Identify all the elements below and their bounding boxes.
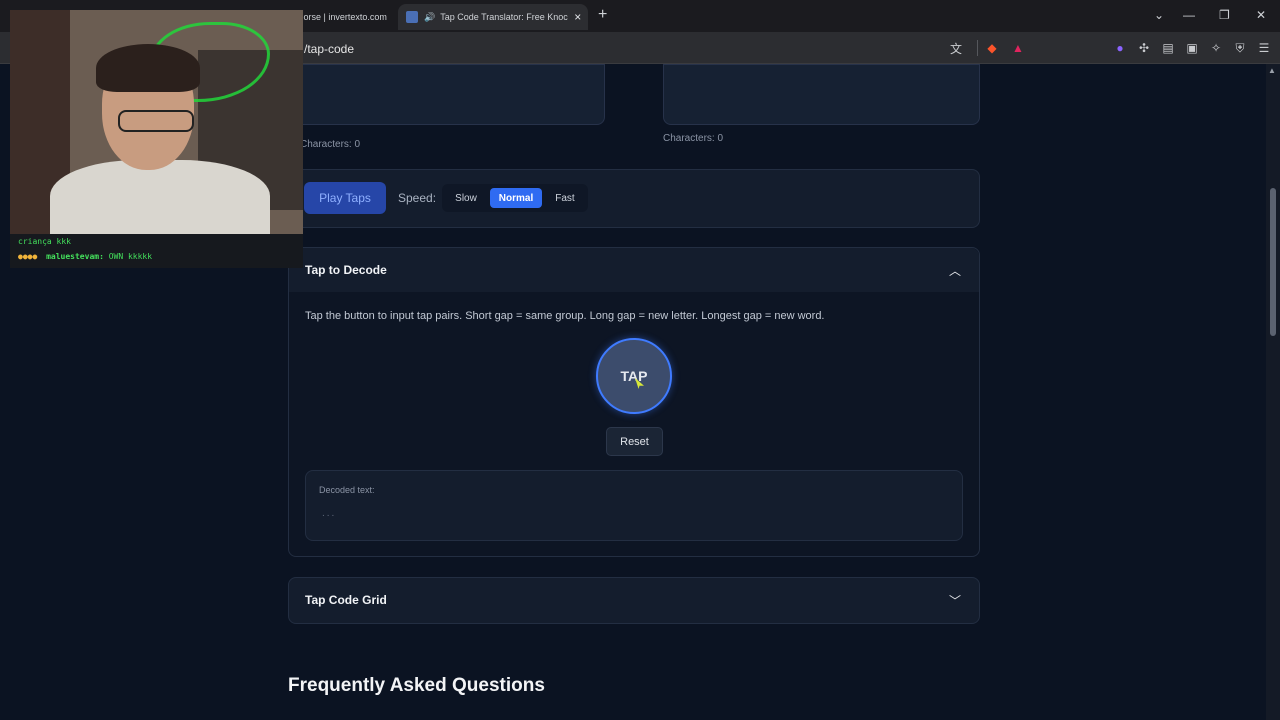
new-tab-button[interactable]: + (598, 6, 607, 24)
menu-icon[interactable]: ☰ (1256, 40, 1272, 56)
reset-button[interactable]: Reset (606, 427, 663, 456)
speed-fast-button[interactable]: Fast (546, 188, 584, 208)
chat-message-1: criança kkk (18, 237, 71, 246)
close-window-button[interactable]: ✕ (1256, 8, 1266, 22)
site-favicon-icon (406, 11, 418, 23)
brave-rewards-icon[interactable]: ▲ (1010, 40, 1026, 56)
wallet-icon[interactable]: ▣ (1184, 40, 1200, 56)
stream-chat-overlay: criança kkk ●●●● maluestevam: OWN kkkkk (10, 234, 303, 268)
translate-icon[interactable]: 文 (948, 40, 964, 56)
speed-slow-button[interactable]: Slow (446, 188, 486, 208)
tap-button[interactable]: TAP (596, 338, 672, 414)
webcam-overlay (10, 10, 303, 234)
decoded-text-value: ... (322, 508, 337, 519)
vpn-icon[interactable]: ⛨ (1232, 40, 1248, 56)
chat-badges-icon: ●●●● (18, 252, 38, 261)
tab-search-icon[interactable]: ⌄ (1154, 8, 1164, 22)
tab-tap-code[interactable]: 🔊 Tap Code Translator: Free Knock Co × (398, 4, 588, 30)
output-textarea (663, 64, 980, 125)
page-scrollbar[interactable] (1266, 64, 1280, 720)
chat-message-2: ●●●● maluestevam: OWN kkkkk (18, 252, 152, 261)
close-tab-icon[interactable]: × (574, 10, 581, 24)
scrollbar-thumb[interactable] (1270, 188, 1276, 336)
scroll-up-arrow-icon[interactable]: ▲ (1268, 66, 1276, 75)
chevron-down-icon[interactable]: ﹀ (949, 592, 961, 609)
chevron-up-icon[interactable]: ︿ (949, 262, 961, 279)
decoded-text-label: Decoded text: (319, 485, 375, 495)
decode-instructions: Tap the button to input tap pairs. Short… (305, 310, 825, 322)
webcam-person-body (50, 160, 270, 234)
speed-normal-button[interactable]: Normal (490, 188, 542, 208)
play-taps-button[interactable]: Play Taps (304, 182, 386, 214)
toolbar-divider (977, 40, 978, 56)
decoded-text-box (305, 470, 963, 541)
drop-icon[interactable]: ● (1112, 40, 1128, 56)
tap-code-grid-card[interactable] (288, 577, 980, 624)
faq-heading: Frequently Asked Questions (288, 675, 545, 696)
tab-morse[interactable]: Morse | invertexto.com (296, 4, 396, 30)
brave-shield-icon[interactable]: ◆ (984, 40, 1000, 56)
input-textarea[interactable] (288, 64, 605, 125)
sidebar-icon[interactable]: ▤ (1160, 40, 1176, 56)
speed-selector: Slow Normal Fast (442, 184, 588, 212)
leo-icon[interactable]: ✧ (1208, 40, 1224, 56)
webcam-person-glasses (118, 110, 194, 132)
extensions-icon[interactable]: ✣ (1136, 40, 1152, 56)
playback-controls-card (288, 169, 980, 228)
tap-to-decode-header[interactable] (289, 248, 979, 292)
speaker-icon[interactable]: 🔊 (424, 12, 435, 23)
output-char-count: Characters: 0 (663, 133, 724, 144)
chat-text: OWN kkkkk (108, 252, 153, 261)
tap-code-grid-title: Tap Code Grid (305, 593, 387, 607)
speed-label: Speed: (398, 191, 437, 205)
input-char-count: Characters: 0 (300, 139, 361, 150)
webcam-person-hair (96, 44, 200, 92)
restore-button[interactable]: ❐ (1219, 8, 1230, 22)
minimize-button[interactable]: — (1183, 8, 1195, 22)
tap-to-decode-title: Tap to Decode (305, 263, 387, 277)
chat-username: maluestevam: (46, 252, 104, 261)
url-field[interactable]: /tap-code (304, 42, 354, 56)
